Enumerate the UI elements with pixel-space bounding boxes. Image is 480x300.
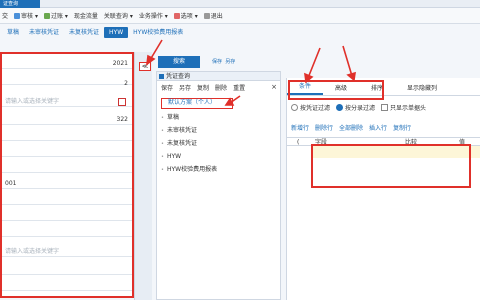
menu-item-audit[interactable]: 审核 ▾: [14, 11, 38, 20]
menu-item-cashflow[interactable]: 现金流量: [74, 11, 98, 20]
delete-all-button[interactable]: 全部删除: [339, 123, 363, 133]
checkbox-icon: [381, 104, 389, 111]
value-322-field[interactable]: 322: [2, 114, 132, 125]
calendar-icon[interactable]: [118, 98, 126, 106]
filter-tab-draft[interactable]: 草稿: [2, 27, 24, 38]
field-blank-4[interactable]: [2, 162, 132, 173]
radio-selected-icon: [336, 104, 344, 111]
filter-tab-hyw[interactable]: HYW: [104, 27, 129, 38]
menu-item-post[interactable]: 过账 ▾: [43, 11, 68, 20]
panel-splitter[interactable]: [134, 52, 152, 300]
field-blank-7[interactable]: [2, 226, 132, 237]
field-blank-9[interactable]: [2, 280, 132, 291]
tab-columns[interactable]: 显示隐藏列: [395, 83, 449, 95]
menu-item-business-ops[interactable]: 业务操作 ▾: [139, 11, 168, 20]
scheme-reset-button[interactable]: 重置: [233, 83, 245, 94]
arrow-to-conditions-tab: [307, 47, 321, 79]
tabs-highlight-box: [288, 80, 384, 100]
menu-item-exit[interactable]: 退出: [203, 11, 223, 20]
radio-voucher-filter[interactable]: 按凭证过滤: [291, 103, 330, 112]
field-blank-5[interactable]: [2, 194, 132, 205]
grid-icon: [173, 13, 180, 19]
voucher-query-header: 凭证查询: [157, 72, 280, 81]
field-blank-8[interactable]: [2, 264, 132, 275]
audit-icon: [14, 13, 21, 19]
filter-tab-unreviewed[interactable]: 未复核凭证: [64, 27, 104, 38]
save-links: 保存 另存: [212, 58, 235, 65]
insert-row-button[interactable]: 插入行: [369, 123, 387, 133]
tree-item-hyw[interactable]: HYW: [161, 152, 181, 162]
save-link[interactable]: 保存: [212, 59, 222, 65]
grid-highlight-box: [311, 144, 471, 188]
keyword-field-2[interactable]: 请输入或选择关键字: [2, 246, 132, 257]
field-blank-3[interactable]: [2, 146, 132, 157]
search-button[interactable]: 搜索: [158, 56, 200, 68]
tree-item-draft[interactable]: 草稿: [161, 113, 179, 123]
window-title-bar: [0, 0, 480, 8]
query-icon: [159, 74, 164, 79]
window-tab[interactable]: 证查询: [0, 0, 40, 8]
save-as-link[interactable]: 另存: [225, 59, 235, 65]
menu-item-related-query[interactable]: 关联查询 ▾: [104, 11, 133, 20]
condition-toolbar: 新增行 删除行 全部删除 插入行 复制行: [287, 123, 480, 133]
col-paren: (: [297, 139, 300, 146]
collapse-toggle-button[interactable]: ≪: [139, 62, 151, 71]
query-form-panel: 2021 2 请输入或选择关键字 322 001 请输入或选择关键字: [0, 52, 134, 298]
scheme-copy-button[interactable]: 复制: [197, 83, 209, 94]
copy-row-button[interactable]: 复制行: [393, 123, 411, 133]
condition-panel: 条件 高级 排序 显示隐藏列 按凭证过滤 按分录过滤 只显示单据头 新增行 删除…: [286, 78, 480, 300]
quick-filter-bar: 草稿 未审核凭证 未复核凭证 HYW HYW校验费用报表: [0, 26, 480, 39]
default-scheme-item[interactable]: 默认方案（个人）: [161, 98, 233, 109]
scheme-delete-button[interactable]: 删除: [215, 83, 227, 94]
post-icon: [43, 13, 50, 19]
scheme-toolbar: 保存 另存 复制 删除 重置: [157, 83, 280, 94]
filter-tab-unaudited[interactable]: 未审核凭证: [24, 27, 64, 38]
tree-item-hyw-report[interactable]: HYW校验费用报表: [161, 165, 217, 175]
filter-mode: 按凭证过滤 按分录过滤 只显示单据头: [287, 103, 480, 112]
scheme-save-button[interactable]: 保存: [161, 83, 173, 94]
filter-tab-hyw-report[interactable]: HYW校验费用报表: [128, 27, 188, 38]
radio-icon: [291, 104, 298, 111]
year-field[interactable]: 2021: [2, 58, 132, 69]
menu-bar: 交 审核 ▾ 过账 ▾ 现金流量 关联查询 ▾ 业务操作 ▾ 选项 ▾ 退出: [0, 8, 480, 24]
menu-item-options[interactable]: 选项 ▾: [173, 11, 198, 20]
keyword-field[interactable]: 请输入或选择关键字: [2, 96, 132, 107]
tree-item-unreviewed[interactable]: 未复核凭证: [161, 139, 197, 149]
voucher-query-panel: 凭证查询 保存 另存 复制 删除 重置 × 默认方案（个人） 草稿 未审核凭证 …: [156, 71, 281, 300]
scheme-save-as-button[interactable]: 另存: [179, 83, 191, 94]
header-only-checkbox[interactable]: 只显示单据头: [381, 103, 426, 112]
field-blank-6[interactable]: [2, 210, 132, 221]
delete-row-button[interactable]: 删除行: [315, 123, 333, 133]
close-icon[interactable]: ×: [271, 83, 277, 91]
radio-entry-filter[interactable]: 按分录过滤: [336, 103, 375, 112]
value-001-field[interactable]: 001: [2, 178, 132, 189]
tree-item-unaudited[interactable]: 未审核凭证: [161, 126, 197, 136]
field-blank-2[interactable]: [2, 130, 132, 141]
add-row-button[interactable]: 新增行: [291, 123, 309, 133]
period-field[interactable]: 2: [2, 78, 132, 89]
menu-item-submit[interactable]: 交: [2, 11, 8, 20]
exit-icon: [203, 13, 210, 19]
arrow-to-advanced-tab: [342, 45, 353, 77]
